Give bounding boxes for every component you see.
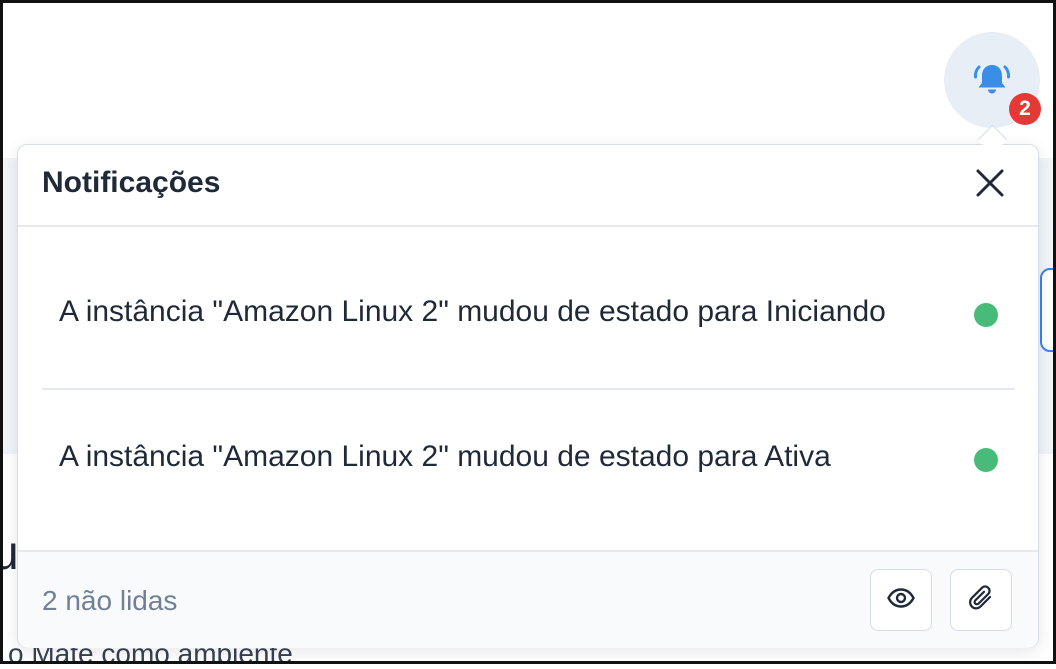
paperclip-icon [968,584,994,617]
notification-item[interactable]: A instância "Amazon Linux 2" mudou de es… [42,390,1015,551]
notification-item[interactable]: A instância "Amazon Linux 2" mudou de es… [42,227,1015,390]
background-side-card [1040,268,1056,352]
eye-icon [887,587,915,613]
mark-all-read-button[interactable] [870,569,932,631]
close-button[interactable] [968,163,1012,207]
notification-list: A instância "Amazon Linux 2" mudou de es… [18,227,1038,551]
unread-count-label: 2 não lidas [42,585,178,616]
unread-indicator [974,303,998,327]
notification-count-badge: 2 [1009,93,1041,125]
panel-title: Notificações [42,166,221,199]
panel-header: Notificações [18,145,1038,227]
notification-text: A instância "Amazon Linux 2" mudou de es… [59,440,831,473]
panel-footer: 2 não lidas [18,550,1038,648]
close-icon [976,169,1004,202]
notifications-panel: Notificações A instância "Amazon Linux 2… [17,144,1039,648]
attach-button[interactable] [950,569,1012,631]
bell-ringing-icon [972,62,1012,98]
background-heading: u [0,527,19,580]
unread-indicator [974,448,998,472]
notification-text: A instância "Amazon Linux 2" mudou de es… [59,295,886,328]
